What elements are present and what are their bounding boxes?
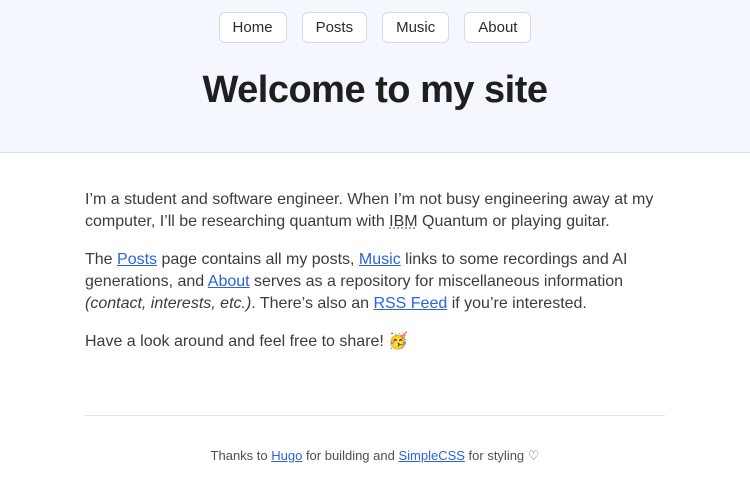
music-link[interactable]: Music [359, 251, 401, 268]
ibm-abbreviation: IBM [389, 213, 418, 230]
rss-feed-link[interactable]: RSS Feed [373, 295, 447, 312]
main-content: I’m a student and software engineer. Whe… [85, 153, 665, 416]
site-header: Home Posts Music About Welcome to my sit… [0, 0, 750, 153]
simplecss-link[interactable]: SimpleCSS [398, 448, 464, 463]
nav-about-button[interactable]: About [464, 12, 532, 43]
footer-divider [85, 415, 665, 416]
nav-posts-button[interactable]: Posts [301, 12, 368, 43]
intro-paragraph: I’m a student and software engineer. Whe… [85, 189, 665, 233]
footer-text-3: for styling ♡ [464, 448, 540, 463]
site-pages-paragraph: The Posts page contains all my posts, Mu… [85, 249, 665, 315]
nav-music-button[interactable]: Music [382, 12, 450, 43]
pages-text-2: page contains all my posts, [157, 251, 359, 268]
posts-link[interactable]: Posts [117, 251, 157, 268]
page: Home Posts Music About Welcome to my sit… [0, 0, 750, 500]
pages-text-5: . There’s also an [251, 295, 374, 312]
about-link[interactable]: About [208, 273, 250, 290]
footer-text-1: Thanks to [210, 448, 272, 463]
pages-text-6: if you’re interested. [447, 295, 587, 312]
closing-paragraph: Have a look around and feel free to shar… [85, 333, 409, 350]
page-title: Welcome to my site [202, 69, 548, 111]
main-nav: Home Posts Music About [0, 12, 750, 43]
site-footer: Thanks to Hugo for building and SimpleCS… [0, 448, 750, 498]
intro-text-end: Quantum or playing guitar. [417, 213, 610, 230]
footer-text-2: for building and [302, 448, 399, 463]
hugo-link[interactable]: Hugo [271, 448, 302, 463]
nav-home-button[interactable]: Home [218, 12, 287, 43]
pages-text-4: serves as a repository for miscellaneous… [249, 273, 624, 290]
pages-text-1: The [85, 251, 118, 268]
contact-interests-note: (contact, interests, etc.) [85, 295, 252, 312]
